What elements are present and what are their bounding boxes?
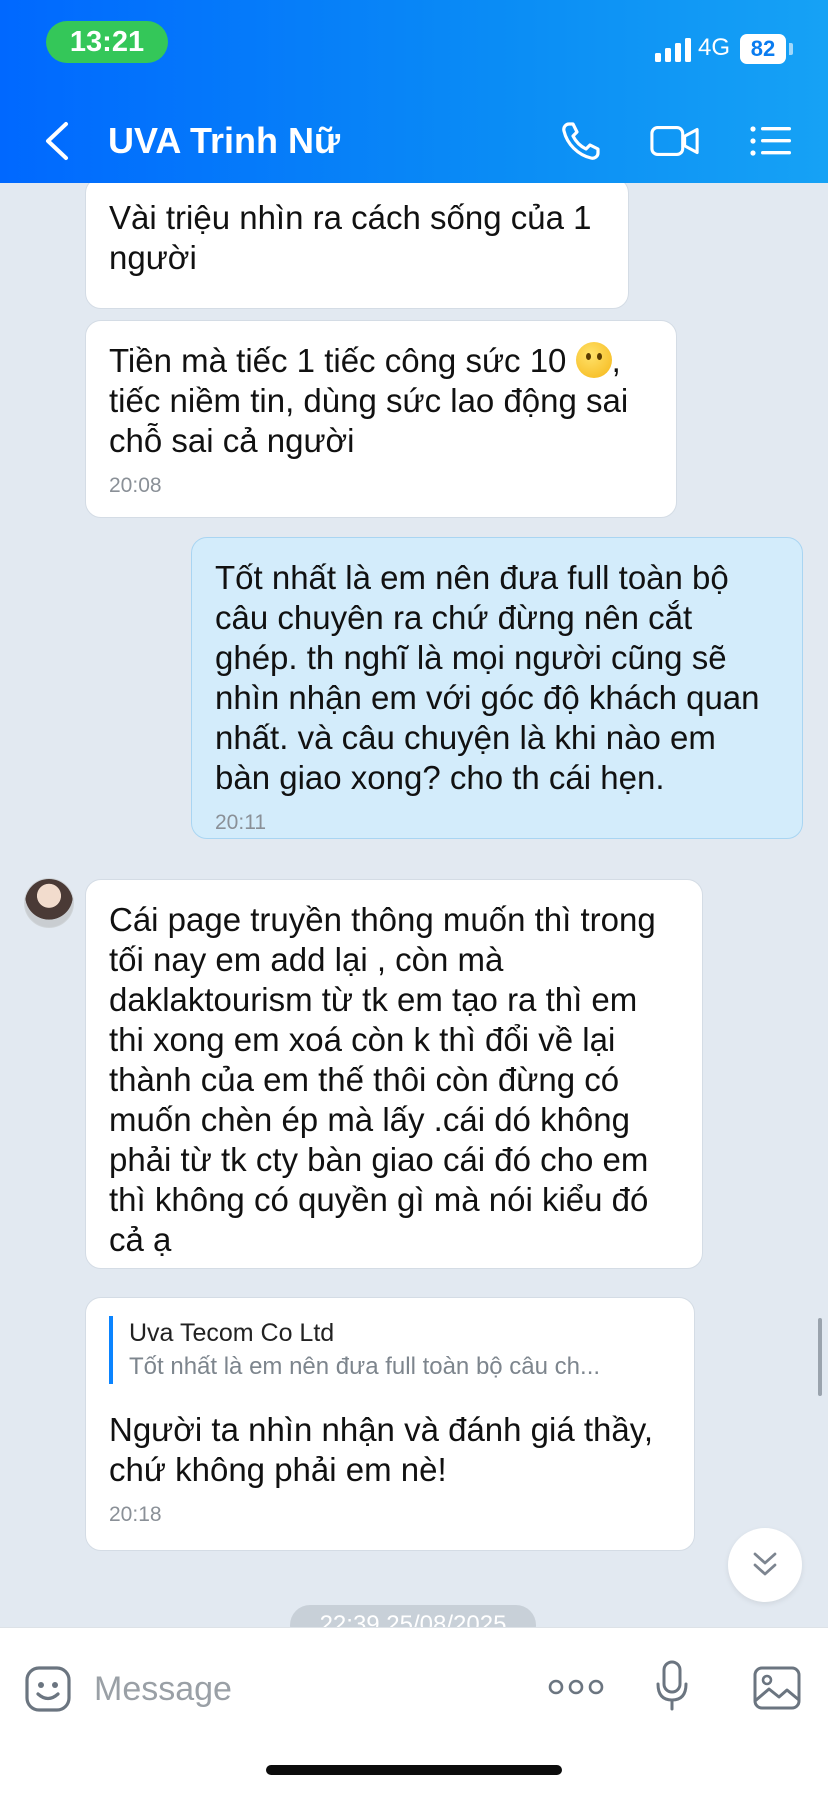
message-text: Người ta nhìn nhận và đánh giá thầy, chứ… [109, 1411, 653, 1488]
message-list[interactable]: Vài triệu nhìn ra cách sống của 1 người … [0, 183, 828, 1627]
sticker-icon[interactable] [24, 1665, 72, 1713]
phone-icon[interactable] [558, 118, 608, 164]
more-options-icon[interactable] [548, 1678, 604, 1696]
quoted-message[interactable]: Uva Tecom Co Ltd Tốt nhất là em nên đưa … [109, 1316, 671, 1384]
scroll-to-bottom-button[interactable] [728, 1528, 802, 1602]
message-text: Tốt nhất là em nên đưa full toàn bộ câu … [215, 559, 760, 796]
battery-tip [789, 43, 793, 55]
message-bubble[interactable]: Cái page truyền thông muốn thì trong tối… [85, 879, 703, 1269]
home-indicator [266, 1765, 562, 1775]
message-text-part: Tiền mà tiếc 1 tiếc công sức 10 [109, 342, 576, 379]
network-type: 4G [698, 34, 731, 61]
chat-title[interactable]: UVA Trinh Nữ [108, 120, 340, 162]
message-bubble[interactable]: Vài triệu nhìn ra cách sống của 1 người [85, 183, 629, 309]
status-time: 13:21 [46, 21, 168, 63]
scrollbar[interactable] [818, 1318, 822, 1396]
message-bubble-outgoing[interactable]: Tốt nhất là em nên đưa full toàn bộ câu … [191, 537, 803, 839]
quote-text: Tốt nhất là em nên đưa full toàn bộ câu … [129, 1353, 601, 1380]
slightly-smiling-face-emoji-icon [575, 342, 612, 378]
message-input[interactable] [92, 1658, 516, 1720]
message-bubble[interactable]: Tiền mà tiếc 1 tiếc công sức 10 , tiếc n… [85, 320, 677, 518]
microphone-icon[interactable] [655, 1660, 689, 1712]
avatar[interactable] [24, 878, 74, 928]
date-divider: 22:39 25/08/2025 [290, 1605, 536, 1627]
image-gallery-icon[interactable] [752, 1665, 802, 1711]
double-chevron-down-icon [753, 1552, 777, 1576]
battery-icon: 82 [740, 34, 786, 64]
back-arrow-icon[interactable] [40, 118, 76, 164]
message-text: Cái page truyền thông muốn thì trong tối… [109, 901, 656, 1258]
chat-header: 13:21 4G 82 UVA Trinh Nữ [0, 0, 828, 183]
message-input-bar [0, 1627, 828, 1793]
message-text: Tiền mà tiếc 1 tiếc công sức 10 , tiếc n… [109, 341, 653, 461]
menu-list-icon[interactable] [746, 118, 796, 164]
message-time: 20:08 [109, 474, 162, 497]
message-time: 20:11 [215, 811, 266, 834]
message-bubble-reply[interactable]: Uva Tecom Co Ltd Tốt nhất là em nên đưa … [85, 1297, 695, 1551]
message-text: Vài triệu nhìn ra cách sống của 1 người [109, 199, 592, 276]
message-time: 20:18 [109, 1503, 162, 1526]
video-call-icon[interactable] [650, 118, 700, 164]
quote-sender: Uva Tecom Co Ltd [129, 1319, 335, 1347]
signal-icon [655, 38, 691, 62]
